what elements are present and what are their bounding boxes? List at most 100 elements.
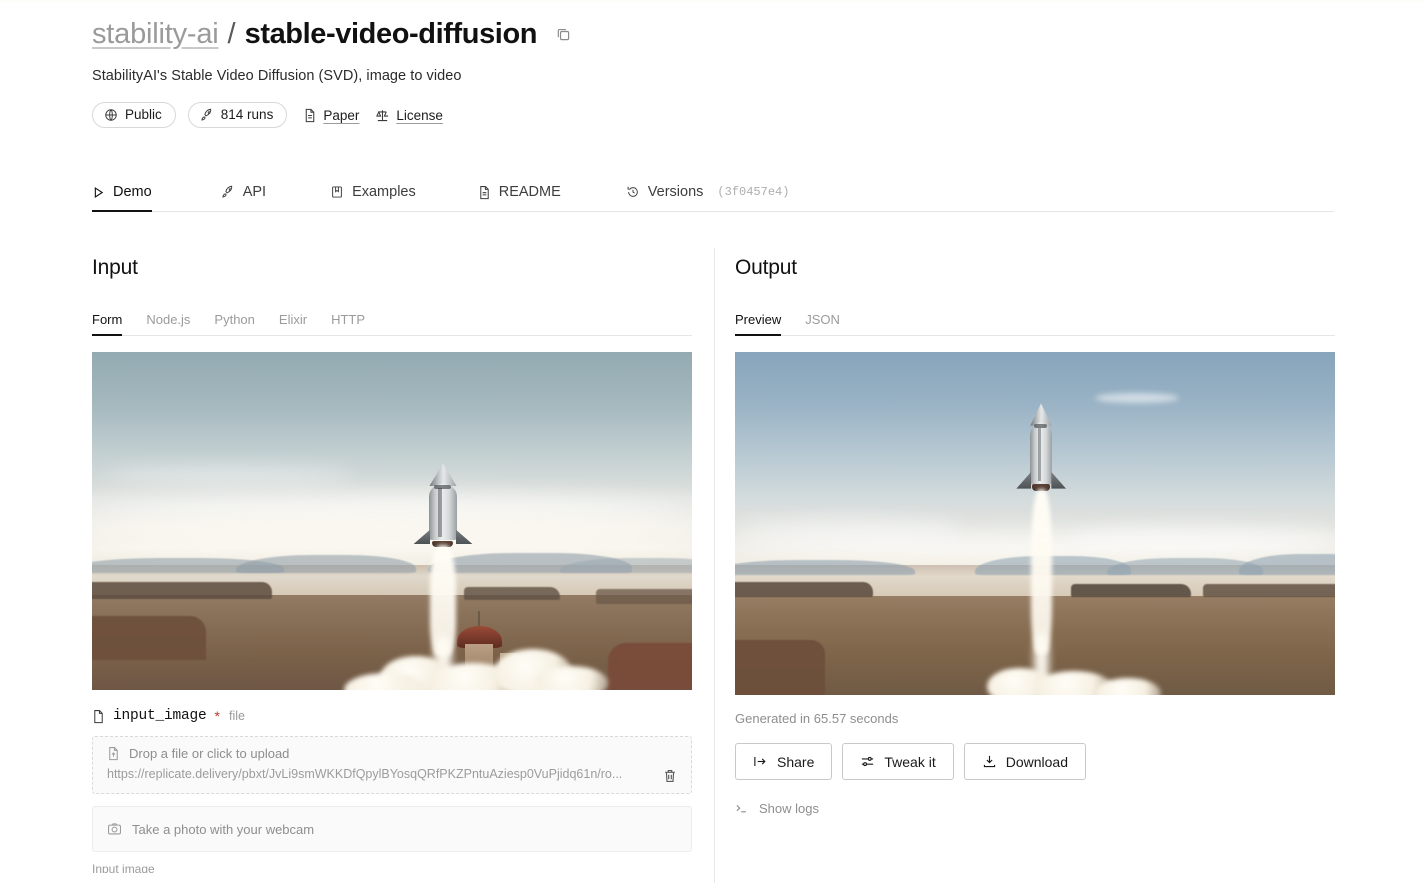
model-title-row: stability-ai / stable-video-diffusion (92, 18, 1342, 51)
runs-badge[interactable]: 814 runs (187, 102, 288, 128)
subtab-elixir[interactable]: Elixir (279, 313, 307, 335)
share-button[interactable]: Share (735, 743, 833, 780)
field-type: file (228, 709, 245, 723)
terminal-icon (735, 802, 750, 816)
visibility-badge[interactable]: Public (92, 102, 176, 128)
paper-link[interactable]: Paper (303, 108, 359, 123)
output-panel: Output Preview JSON Generated in 65.57 s… (735, 256, 1335, 816)
rocket-stripe (438, 488, 442, 538)
license-link[interactable]: License (375, 108, 443, 123)
file-dropzone[interactable]: Drop a file or click to upload https://r… (92, 736, 692, 794)
rocket-icon (221, 185, 235, 199)
required-marker: * (214, 708, 220, 724)
sliders-icon (860, 754, 875, 769)
share-button-label: Share (777, 753, 815, 770)
webcam-label: Take a photo with your webcam (132, 821, 315, 837)
rocket-band (434, 484, 451, 489)
output-video-preview[interactable] (735, 352, 1335, 695)
output-action-buttons: Share Tweak it Download (735, 743, 1335, 780)
main-tab-bar: Demo API Examples README Versions (3f045… (92, 172, 1334, 212)
rocket-body (1030, 422, 1052, 484)
distant-ridge (236, 554, 416, 574)
tab-api-label: API (242, 184, 267, 200)
subtab-nodejs[interactable]: Node.js (146, 313, 190, 335)
show-logs-label: Show logs (759, 801, 819, 816)
globe-icon (104, 108, 118, 122)
tab-examples[interactable]: Examples (330, 184, 416, 211)
runs-label: 814 runs (220, 107, 274, 123)
dropzone-hint: Drop a file or click to upload (107, 746, 677, 761)
page-title: stable-video-diffusion (244, 18, 538, 50)
rocket-icon (200, 108, 214, 122)
input-image-field-label: input_image * file (92, 708, 692, 724)
scales-icon (375, 108, 390, 123)
play-icon (92, 186, 105, 199)
subtab-json[interactable]: JSON (805, 313, 840, 335)
generation-time: Generated in 65.57 seconds (735, 711, 899, 726)
column-divider (714, 248, 715, 883)
version-hash: (3f0457e4) (717, 185, 790, 199)
subtab-http[interactable]: HTTP (331, 313, 365, 335)
smoke-puff (536, 666, 608, 690)
subtab-python[interactable]: Python (214, 313, 254, 335)
upload-file-icon (107, 746, 120, 761)
tab-demo[interactable]: Demo (92, 184, 152, 212)
owner-link[interactable]: stability-ai (92, 18, 219, 51)
subtab-form[interactable]: Form (92, 313, 123, 336)
dropzone-placeholder: Drop a file or click to upload (129, 746, 290, 761)
model-meta-row: Public 814 runs Paper License (92, 102, 1342, 128)
tab-api[interactable]: API (221, 184, 266, 211)
download-button[interactable]: Download (963, 743, 1086, 780)
mesa (464, 586, 560, 601)
mesa (735, 640, 825, 695)
subtab-preview[interactable]: Preview (735, 313, 782, 336)
mesa (1071, 583, 1191, 598)
download-icon (982, 754, 997, 769)
cloud-band (104, 466, 356, 484)
rocket-nose (429, 463, 457, 487)
show-logs-toggle[interactable]: Show logs (735, 801, 1335, 816)
input-subtab-bar: Form Node.js Python Elixir HTTP (92, 306, 692, 336)
input-title: Input (92, 256, 138, 279)
download-button-label: Download (1005, 753, 1068, 770)
field-helper-text: Input image (92, 862, 155, 873)
visibility-label: Public (125, 107, 162, 123)
mesa (92, 581, 272, 599)
tab-demo-label: Demo (113, 184, 152, 200)
mesa (1203, 583, 1335, 598)
mesa (735, 581, 873, 598)
rocket-band (1033, 423, 1048, 429)
tweak-button[interactable]: Tweak it (842, 743, 954, 780)
mesa (596, 588, 692, 604)
camera-icon (107, 822, 122, 836)
tweak-button-label: Tweak it (884, 753, 936, 770)
tab-readme-label: README (498, 184, 561, 200)
tab-versions-label: Versions (647, 184, 704, 200)
rocket (1016, 403, 1067, 496)
mesa (92, 615, 206, 660)
paper-link-label: Paper (323, 107, 360, 123)
rocket-body (429, 483, 457, 540)
input-image-preview[interactable] (92, 352, 692, 690)
model-header: stability-ai / stable-video-diffusion St… (92, 18, 1342, 128)
tab-readme[interactable]: README (478, 184, 561, 211)
document-icon (303, 108, 317, 123)
input-panel: Input Form Node.js Python Elixir HTTP in… (92, 256, 692, 873)
mesa (608, 642, 692, 690)
book-icon (330, 185, 344, 199)
webcam-capture-button[interactable]: Take a photo with your webcam (92, 806, 692, 852)
title-separator: / (227, 18, 236, 50)
copy-icon[interactable] (553, 25, 573, 45)
model-description: StabilityAI's Stable Video Diffusion (SV… (92, 68, 462, 84)
rocket-stripe (1037, 427, 1041, 482)
field-name: input_image (113, 708, 207, 724)
tab-versions[interactable]: Versions (3f0457e4) (626, 184, 790, 211)
output-subtab-bar: Preview JSON (735, 306, 1335, 336)
tab-examples-label: Examples (352, 184, 416, 200)
history-icon (626, 185, 640, 199)
page-root: stability-ai / stable-video-diffusion St… (0, 0, 1425, 883)
uploaded-file-url: https://replicate.delivery/pbxt/JvLi9smW… (107, 767, 623, 781)
exhaust-plume (1031, 489, 1052, 654)
document-icon (478, 185, 491, 200)
trash-icon[interactable] (662, 768, 678, 784)
